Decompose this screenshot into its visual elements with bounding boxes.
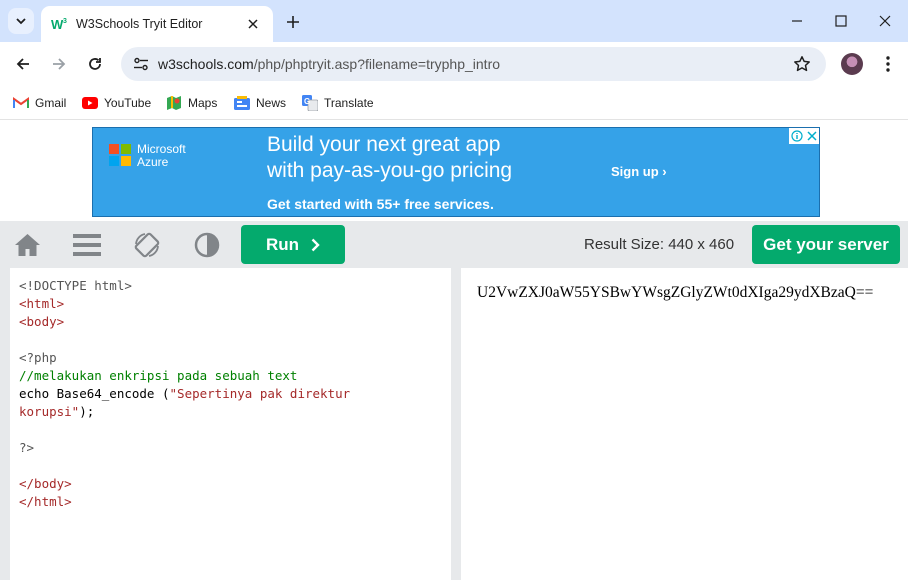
maximize-button[interactable] — [818, 0, 864, 42]
ad-headline-line1: Build your next great app — [267, 133, 501, 156]
ad-close-icon[interactable] — [807, 131, 817, 141]
workspace: <!DOCTYPE html> <html> <body> <?php //me… — [0, 268, 908, 580]
star-icon — [794, 56, 810, 72]
bookmark-youtube[interactable]: YouTube — [82, 93, 151, 113]
tryit-toolbar: Run Result Size: 440 x 460 Get your serv… — [0, 221, 908, 268]
contrast-icon[interactable] — [193, 231, 221, 259]
browser-toolbar: w3schools.com/php/phptryit.asp?filename=… — [0, 42, 908, 86]
rotate-layout-icon[interactable] — [133, 231, 161, 259]
code-editor[interactable]: <!DOCTYPE html> <html> <body> <?php //me… — [10, 268, 451, 580]
plus-icon — [287, 16, 299, 28]
svg-text:G: G — [304, 97, 310, 106]
w3schools-favicon-icon: W3 — [51, 15, 69, 33]
reload-icon — [89, 58, 101, 70]
tab-close-button[interactable] — [241, 12, 265, 36]
reload-button[interactable] — [81, 50, 109, 78]
ad-signup-link[interactable]: Sign up › — [611, 164, 667, 179]
result-frame: U2VwZXJ0aW55YSBwYWsgZGlyZWt0dXIga29ydXBz… — [461, 268, 908, 580]
tab-title: W3Schools Tryit Editor — [76, 17, 203, 31]
svg-text:3: 3 — [63, 18, 67, 25]
bookmark-label: News — [256, 96, 287, 110]
bookmark-label: Maps — [188, 96, 218, 110]
arrow-left-icon — [16, 58, 29, 70]
more-vertical-icon — [886, 56, 890, 72]
ad-brand: Microsoft Azure — [137, 143, 186, 169]
microsoft-logo-icon — [109, 144, 131, 166]
bookmark-news[interactable]: News — [234, 93, 286, 113]
minimize-button[interactable] — [774, 0, 820, 42]
run-button[interactable]: Run — [241, 225, 345, 264]
arrow-right-icon — [53, 58, 66, 70]
code-comment: //melakukan enkripsi pada sebuah text — [19, 368, 298, 383]
ad-brand-line2: Azure — [137, 155, 169, 169]
ad-subline: Get started with 55+ free services. — [267, 196, 494, 212]
bookmark-star-button[interactable] — [790, 52, 814, 76]
chevron-right-icon — [311, 238, 320, 251]
back-button[interactable] — [9, 50, 37, 78]
code-php-open: <?php — [19, 350, 57, 365]
code-content[interactable]: <!DOCTYPE html> <html> <body> <?php //me… — [19, 277, 350, 511]
url-host: w3schools.com — [158, 56, 254, 72]
chevron-down-icon — [16, 18, 26, 25]
ad-headline-line2: with pay-as-you-go pricing — [267, 159, 513, 182]
news-icon — [234, 95, 250, 111]
youtube-icon — [82, 95, 98, 111]
code-string-line1: "Sepertinya pak direktur — [169, 386, 351, 401]
bookmark-label: Gmail — [35, 96, 67, 110]
bookmark-label: Translate — [324, 96, 374, 110]
profile-avatar[interactable] — [841, 53, 863, 75]
tab-strip: W3 W3Schools Tryit Editor — [0, 0, 908, 42]
maps-icon — [166, 95, 182, 111]
translate-icon: G — [302, 95, 318, 111]
active-tab[interactable]: W3 W3Schools Tryit Editor — [41, 6, 273, 42]
menu-icon[interactable] — [73, 231, 101, 259]
gmail-icon — [13, 95, 29, 111]
bookmark-maps[interactable]: Maps — [166, 93, 217, 113]
code-html-open: <html> — [19, 296, 65, 311]
code-body-close: </body> — [19, 476, 72, 491]
minimize-icon — [792, 20, 802, 22]
bookmark-label: YouTube — [104, 96, 152, 110]
ad-info-icon[interactable] — [791, 130, 803, 142]
bookmark-gmail[interactable]: Gmail — [13, 93, 66, 113]
browser-menu-button[interactable] — [876, 52, 900, 76]
code-body-open: <body> — [19, 314, 65, 329]
ad-banner[interactable]: Microsoft Azure Build your next great ap… — [92, 127, 820, 217]
run-label: Run — [265, 234, 300, 254]
close-icon — [248, 19, 258, 29]
new-tab-button[interactable] — [280, 9, 306, 35]
code-string-line2: korupsi" — [19, 404, 80, 419]
bookmarks-bar: Gmail YouTube Maps News G Translate — [0, 86, 908, 120]
ad-headline: Build your next great app with pay-as-yo… — [267, 132, 512, 184]
maximize-icon — [835, 15, 847, 27]
address-bar[interactable]: w3schools.com/php/phptryit.asp?filename=… — [121, 47, 826, 81]
result-output: U2VwZXJ0aW55YSBwYWsgZGlyZWt0dXIga29ydXBz… — [477, 284, 874, 301]
home-icon[interactable] — [13, 231, 41, 259]
bookmark-translate[interactable]: G Translate — [302, 93, 374, 113]
site-settings-icon[interactable] — [129, 52, 153, 76]
close-icon — [879, 15, 891, 27]
code-html-close: </html> — [19, 494, 72, 509]
result-size-label: Result Size: 440 x 460 — [584, 236, 735, 253]
code-doctype: <!DOCTYPE html> — [19, 278, 132, 293]
forward-button[interactable] — [45, 50, 73, 78]
tab-search-button[interactable] — [8, 8, 34, 34]
code-echo-suffix: ); — [79, 404, 95, 419]
url-text: w3schools.com/php/phptryit.asp?filename=… — [158, 56, 500, 72]
window-close-button[interactable] — [862, 0, 908, 42]
ad-controls[interactable] — [789, 128, 819, 144]
url-path: /php/phptryit.asp?filename=tryphp_intro — [253, 56, 501, 72]
get-your-server-button[interactable]: Get your server — [752, 225, 900, 264]
code-echo-prefix: echo Base64_encode ( — [19, 386, 170, 401]
code-php-close: ?> — [19, 440, 35, 455]
